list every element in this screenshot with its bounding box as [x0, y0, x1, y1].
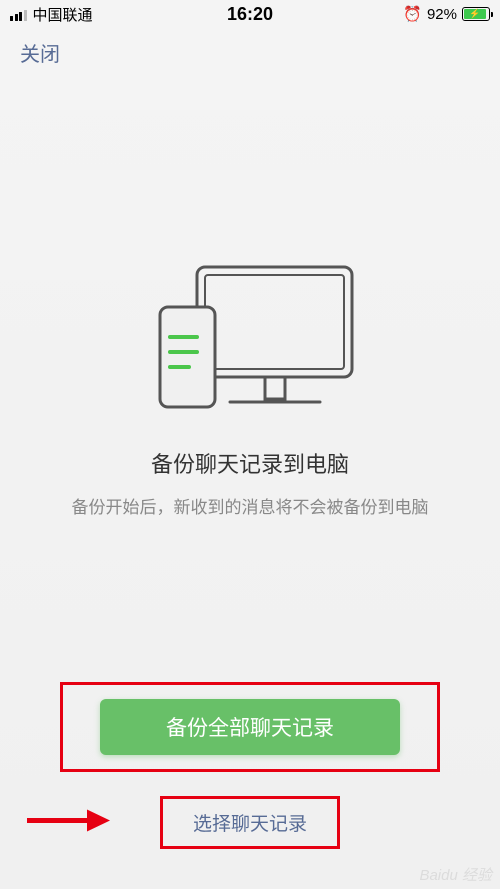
page-title: 备份聊天记录到电脑: [151, 447, 349, 479]
status-time: 16:20: [227, 4, 273, 25]
nav-bar: 关闭: [0, 28, 500, 77]
buttons-area: 备份全部聊天记录 选择聊天记录: [0, 682, 500, 849]
secondary-row: 选择聊天记录: [0, 796, 500, 849]
battery-percent: 92%: [427, 6, 457, 23]
status-bar: 中国联通 16:20 ⏰ 92% ⚡: [0, 0, 500, 28]
battery-icon: ⚡: [462, 7, 490, 21]
annotation-arrow-icon: [22, 805, 112, 840]
watermark: Baidu 经验: [419, 864, 492, 885]
alarm-icon: ⏰: [403, 5, 422, 23]
annotation-box-secondary: 选择聊天记录: [160, 796, 340, 849]
signal-icon: [10, 8, 27, 21]
close-button[interactable]: 关闭: [20, 44, 60, 66]
page-subtitle: 备份开始后，新收到的消息将不会被备份到电脑: [72, 493, 429, 518]
annotation-box-primary: 备份全部聊天记录: [60, 682, 440, 772]
status-right: ⏰ 92% ⚡: [403, 5, 490, 23]
main-content: 备份聊天记录到电脑 备份开始后，新收到的消息将不会被备份到电脑: [0, 77, 500, 518]
select-chats-link[interactable]: 选择聊天记录: [193, 814, 307, 835]
backup-all-button[interactable]: 备份全部聊天记录: [100, 699, 400, 755]
backup-illustration: [135, 257, 365, 427]
status-left: 中国联通: [10, 4, 93, 25]
carrier-label: 中国联通: [33, 4, 93, 25]
